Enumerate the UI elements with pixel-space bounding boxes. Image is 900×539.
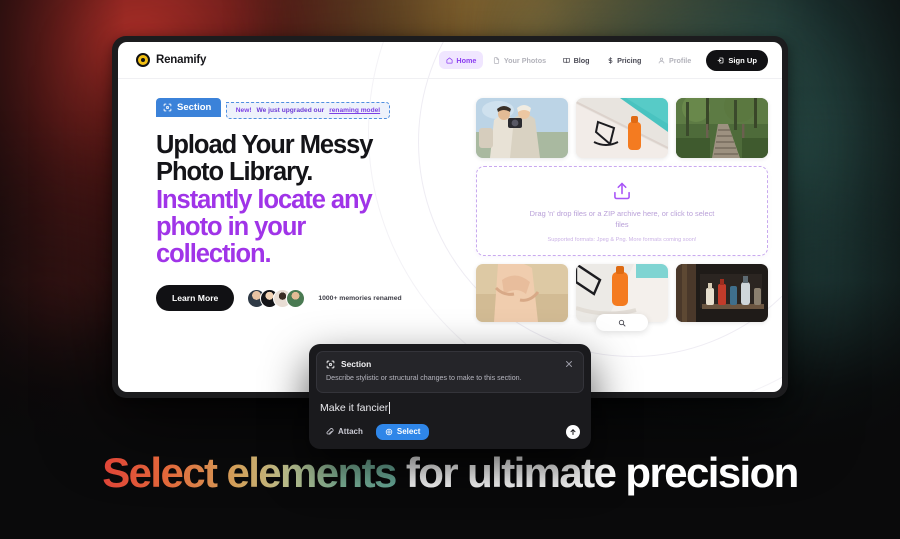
paperclip-icon (326, 427, 334, 436)
learn-more-button[interactable]: Learn More (156, 285, 235, 312)
hero-left-column: Section New! We just upgraded our renami… (156, 98, 456, 312)
brand-name: Renamify (156, 54, 207, 66)
photo-friends-camera[interactable] (476, 98, 568, 158)
hero-headline-line1: Upload Your Messy (156, 131, 373, 159)
attach-button[interactable]: Attach (320, 424, 369, 440)
nav-link-pricing[interactable]: Pricing (600, 51, 649, 69)
file-icon (493, 56, 500, 64)
prompt-input[interactable]: Make it fancier (316, 393, 584, 418)
navbar-links: Home Your Photos Blog Pricing Profile Si… (438, 49, 768, 71)
prompt-input-value: Make it fancier (320, 401, 389, 414)
upload-dropzone[interactable]: Drag 'n' drop files or a ZIP archive her… (476, 166, 768, 257)
popup-toolbar: Attach Select (316, 418, 584, 442)
section-selection-badge[interactable]: Section (156, 98, 222, 117)
select-button[interactable]: Select (375, 423, 430, 440)
renamify-logo-icon (136, 53, 150, 67)
book-icon (563, 57, 570, 64)
announcement-banner[interactable]: New! We just upgraded our renaming model (225, 102, 391, 119)
nav-link-pricing-label: Pricing (617, 55, 642, 65)
send-button[interactable] (566, 424, 580, 439)
search-icon (618, 319, 626, 327)
avatar-stack (247, 288, 306, 308)
popup-description: Describe stylistic or structural changes… (326, 374, 522, 382)
nav-link-profile-label: Profile (668, 55, 692, 65)
nav-link-home[interactable]: Home (438, 51, 484, 69)
selection-frame-icon (163, 103, 172, 112)
tagline: Select elements for ultimate precision (0, 452, 900, 494)
nav-link-blog-label: Blog (573, 55, 590, 65)
hero-headline-accent2: photo in your (156, 212, 306, 241)
hero-headline-accent3: collection. (156, 240, 272, 269)
selection-frame-icon (326, 360, 335, 369)
hero-right-column: Drag 'n' drop files or a ZIP archive her… (476, 98, 768, 332)
close-icon[interactable] (564, 359, 574, 369)
photo-forest-boardwalk[interactable] (676, 98, 768, 158)
popup-header: Section (326, 359, 574, 369)
announcement-link[interactable]: renaming model (329, 107, 380, 114)
sign-up-button[interactable]: Sign Up (706, 49, 768, 71)
hero-cta-row: Learn More 1000+ memories renamed (156, 285, 456, 312)
upload-icon (612, 181, 632, 201)
ai-prompt-popup: Section Describe stylistic or structural… (309, 344, 591, 449)
nav-link-profile[interactable]: Profile (651, 51, 698, 69)
select-label: Select (396, 427, 421, 437)
nav-link-your-photos[interactable]: Your Photos (486, 51, 553, 69)
dropzone-sub-text: Supported formats: Jpeg & Png. More form… (547, 237, 697, 244)
nav-link-your-photos-label: Your Photos (503, 55, 547, 65)
announcement-tag: New! (235, 107, 252, 114)
site-navbar: Renamify Home Your Photos Blog Pricing P… (118, 42, 782, 79)
login-icon (717, 57, 724, 64)
hero-headline: Upload Your Messy Photo Library. Instant… (156, 131, 456, 269)
target-icon (385, 428, 393, 436)
attach-label: Attach (338, 427, 363, 437)
gallery-search-button[interactable] (596, 314, 648, 332)
text-caret (389, 401, 391, 414)
dollar-icon (607, 56, 614, 64)
popup-title: Section (341, 359, 372, 369)
nav-link-blog[interactable]: Blog (556, 51, 596, 69)
tagline-gradient-part: Select elements (102, 449, 397, 496)
section-selection-badge-label: Section (177, 102, 212, 113)
hero-headline-line2: Photo Library. (156, 158, 313, 187)
photo-beach-sand[interactable] (476, 264, 568, 323)
brand-logo[interactable]: Renamify (136, 53, 206, 67)
screenshot-stage: Renamify Home Your Photos Blog Pricing P… (0, 0, 900, 539)
photo-poolside-sunscreen[interactable] (576, 98, 668, 158)
social-proof-text: 1000+ memories renamed (318, 294, 402, 302)
user-icon (658, 57, 665, 64)
hero-headline-accent1: Instantly locate any (156, 185, 373, 214)
nav-link-home-label: Home (456, 55, 477, 65)
photo-shelf-bottles[interactable] (676, 264, 768, 323)
gallery-top-row (476, 98, 768, 158)
sign-up-label: Sign Up (728, 55, 757, 65)
popup-context-card: Section Describe stylistic or structural… (316, 351, 584, 393)
tagline-plain-part: for ultimate precision (405, 449, 799, 496)
home-icon (446, 57, 453, 64)
gallery-bottom-row (476, 264, 768, 332)
arrow-up-icon (570, 428, 576, 435)
announcement-text: We just upgraded our (256, 107, 325, 114)
browser-viewport: Renamify Home Your Photos Blog Pricing P… (118, 42, 782, 392)
avatar (286, 288, 306, 308)
dropzone-main-text: Drag 'n' drop files or a ZIP archive her… (529, 209, 715, 230)
